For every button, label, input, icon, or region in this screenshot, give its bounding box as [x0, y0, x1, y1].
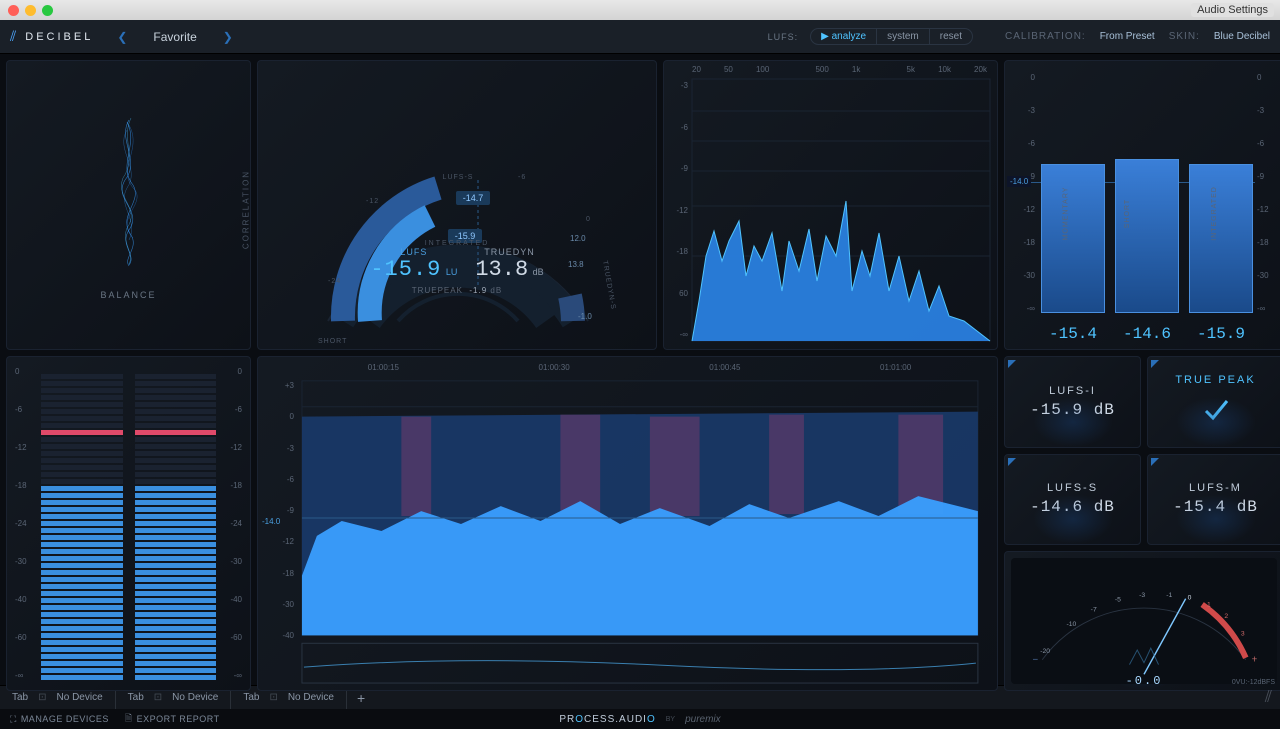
skin-label: SKIN: — [1169, 31, 1200, 42]
window-titlebar: Audio Settings — [0, 0, 1280, 20]
check-icon — [1201, 390, 1231, 430]
svg-text:-20: -20 — [1040, 648, 1050, 655]
process-audio-logo: PROCESS.AUDIO — [559, 714, 655, 725]
puremix-logo: puremix — [685, 714, 721, 725]
lufs-s-tile[interactable]: LUFS-S -14.6 dB — [1004, 454, 1141, 546]
system-button[interactable]: system — [877, 29, 930, 44]
export-report-button[interactable]: 🗎EXPORT REPORT — [125, 711, 220, 727]
svg-text:−: − — [1033, 655, 1039, 666]
correlation-label: CORRELATION — [242, 170, 251, 249]
analog-reference: 0VU:-12dBFS — [1232, 679, 1275, 686]
reset-button[interactable]: reset — [930, 29, 972, 44]
svg-text:1: 1 — [1207, 601, 1211, 608]
tile-corner-icon — [1008, 360, 1016, 368]
lufs-mode-label: LUFS: — [768, 32, 799, 42]
tile-corner-icon — [1151, 360, 1159, 368]
bars-scale-right: 0-3-6-9 -12-18-30-∞ — [1257, 73, 1277, 313]
svg-text:-1.0: -1.0 — [578, 312, 592, 321]
balance-title: BALANCE — [100, 290, 156, 300]
svg-text:-14.7: -14.7 — [463, 193, 484, 203]
svg-text:3: 3 — [1241, 631, 1245, 638]
svg-text:-7: -7 — [1091, 606, 1097, 613]
svg-text:-3: -3 — [1139, 592, 1145, 599]
minimize-window-button[interactable] — [25, 5, 36, 16]
add-tab-button[interactable]: + — [347, 690, 375, 706]
logo-icon: ⫽ — [10, 28, 19, 45]
svg-text:12.0: 12.0 — [570, 234, 586, 243]
skin-value[interactable]: Blue Decibel — [1214, 31, 1270, 42]
svg-text:2: 2 — [1224, 613, 1228, 620]
svg-text:LUFS-S: LUFS-S — [443, 174, 474, 181]
level-bars — [41, 367, 216, 680]
preset-name[interactable]: Favorite — [153, 30, 196, 44]
svg-text:0: 0 — [1188, 595, 1192, 602]
resize-handle-icon[interactable]: ⫽ — [1265, 689, 1280, 707]
export-icon: 🗎 — [125, 711, 133, 727]
level-scale-left: 0-6-12-18 -24-30-40-60-∞ — [15, 367, 33, 680]
app-logo: ⫽ DECIBEL — [10, 28, 93, 45]
lufs-m-tile[interactable]: LUFS-M -15.4 dB — [1147, 454, 1280, 546]
arc-meter-panel[interactable]: -14.7 -15.9 12.0 13.8 -1.0 -24 -12 -6 0 … — [257, 60, 657, 350]
spectrum-analyzer-panel[interactable]: 2050100 5001k 5k10k20k -3-6-9 -12-1860-∞ — [663, 60, 998, 350]
bars-scale-left: 0-3-6-9 -12-18-30-∞ — [1011, 73, 1035, 313]
level-scale-right: 0-6-12-18 -24-30-40-60-∞ — [224, 367, 242, 680]
analyze-button[interactable]: ▶ analyze — [811, 29, 877, 44]
lufs-i-tile[interactable]: LUFS-I -15.9 dB — [1004, 356, 1141, 448]
close-window-button[interactable] — [8, 5, 19, 16]
devices-icon: ⛶ — [10, 714, 17, 725]
loudness-history-panel[interactable]: 01:00:1501:00:3001:00:4501:01:00 +30-3-6… — [257, 356, 998, 691]
svg-text:-5: -5 — [1115, 597, 1121, 604]
tile-corner-icon — [1008, 458, 1016, 466]
svg-text:TRUEDYN-S: TRUEDYN-S — [601, 260, 617, 310]
arc-readout: INTEGRATED LUFS -15.9 LU TRUEDYN 13.8 dB… — [367, 240, 547, 295]
next-preset-button[interactable]: ❯ — [223, 30, 233, 44]
footer-bar: ⛶MANAGE DEVICES 🗎EXPORT REPORT PROCESS.A… — [0, 709, 1280, 729]
manage-devices-button[interactable]: ⛶MANAGE DEVICES — [10, 714, 109, 725]
svg-text:-6: -6 — [518, 174, 526, 181]
level-meter-panel[interactable]: 0-6-12-18 -24-30-40-60-∞ 0-6-12-18 -24-3… — [6, 356, 251, 691]
brand-text: DECIBEL — [25, 31, 93, 43]
loudness-bars-panel[interactable]: 0-3-6-9 -12-18-30-∞ 0-3-6-9 -12-18-30-∞ … — [1004, 60, 1280, 350]
svg-text:-24: -24 — [328, 278, 341, 285]
svg-text:13.8: 13.8 — [568, 260, 584, 269]
calibration-label: CALIBRATION: — [1005, 31, 1086, 42]
balance-scope — [99, 110, 159, 270]
svg-text:SHORT: SHORT — [318, 338, 347, 345]
svg-text:0: 0 — [586, 216, 591, 223]
svg-text:-1: -1 — [1166, 592, 1172, 599]
calibration-value[interactable]: From Preset — [1100, 31, 1155, 42]
balance-panel[interactable]: CORRELATION BALANCE — [6, 60, 251, 350]
analog-readout: -0.0 — [1126, 674, 1163, 688]
zoom-window-button[interactable] — [42, 5, 53, 16]
svg-text:+: + — [1252, 655, 1258, 666]
svg-text:-12: -12 — [366, 198, 379, 205]
mode-toggle-group: ▶ analyze system reset — [810, 28, 973, 45]
prev-preset-button[interactable]: ❮ — [117, 30, 127, 44]
tile-corner-icon — [1151, 458, 1159, 466]
analog-vu-meter[interactable]: -20 -10 -7 -5 -3 -1 0 1 2 3 − + — [1004, 551, 1280, 691]
svg-text:-10: -10 — [1066, 621, 1076, 628]
top-toolbar: ⫽ DECIBEL ❮ Favorite ❯ LUFS: ▶ analyze s… — [0, 20, 1280, 54]
audio-settings-button[interactable]: Audio Settings — [1191, 3, 1274, 17]
true-peak-tile[interactable]: TRUE PEAK — [1147, 356, 1280, 448]
